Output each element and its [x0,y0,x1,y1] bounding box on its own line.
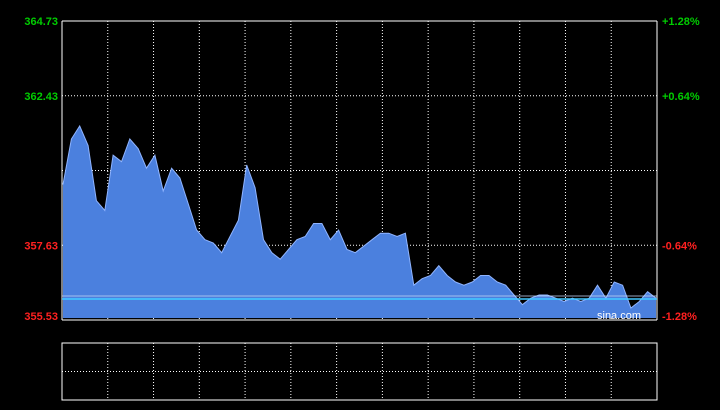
volume-panel [61,342,658,401]
right-tick-label: +0.64% [662,91,700,103]
watermark-text: sina.com [597,310,641,322]
right-tick-label: +1.28% [662,16,700,28]
right-tick-label: -1.28% [662,311,697,323]
right-tick-label: -0.64% [662,240,697,252]
chart-svg: 364.73 362.43 357.63 355.53 +1.28% +0.64% -0.6… [24,16,700,401]
left-tick-label: 362.43 [24,91,58,103]
left-tick-label: 357.63 [24,240,58,252]
intraday-chart: 364.73 362.43 357.63 355.53 +1.28% +0.64% -0.6… [0,0,720,405]
left-tick-label: 355.53 [24,311,58,323]
left-tick-label: 364.73 [24,16,58,28]
